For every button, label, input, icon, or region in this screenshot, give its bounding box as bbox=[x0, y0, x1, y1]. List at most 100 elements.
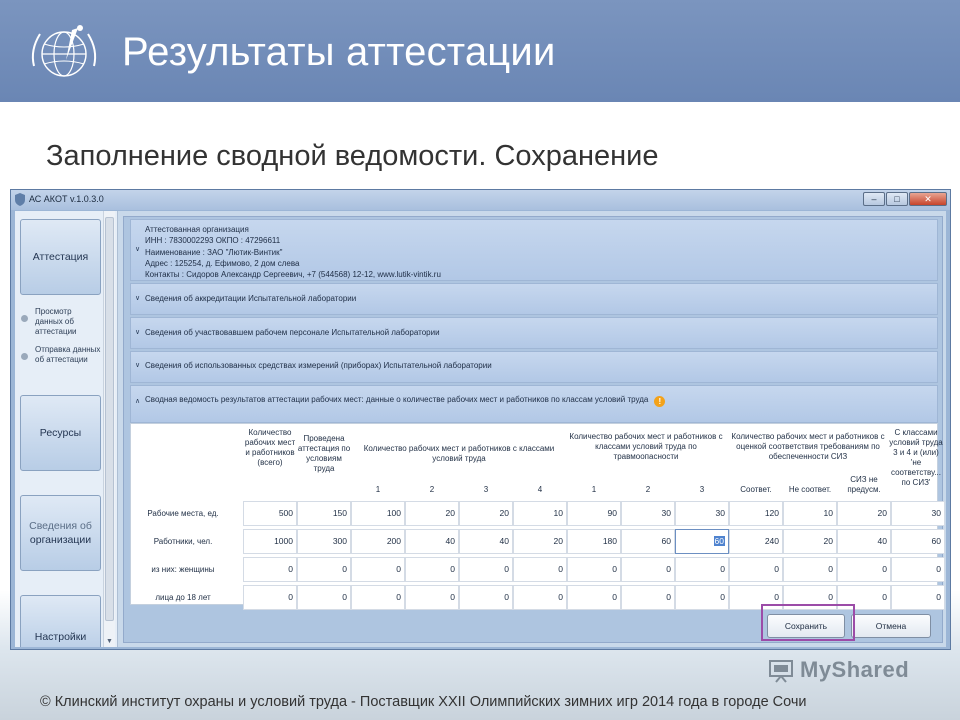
col-header-total: Количество рабочих мест и работников (вс… bbox=[244, 428, 296, 467]
sidebar-subitem-send[interactable]: Отправка данных об аттестации bbox=[21, 345, 101, 365]
table-cell[interactable]: 120 bbox=[729, 501, 783, 526]
group-header-classes: Количество рабочих мест и работников с к… bbox=[363, 444, 555, 463]
table-cell[interactable]: 20 bbox=[837, 501, 891, 526]
table-cell[interactable]: 1000 bbox=[243, 529, 297, 554]
col-header-injury-2: 2 bbox=[645, 485, 651, 494]
table-cell[interactable]: 40 bbox=[459, 529, 513, 554]
table-cell[interactable]: 0 bbox=[567, 585, 621, 610]
instruments-panel[interactable]: ∨ Сведения об использованных средствах и… bbox=[130, 351, 938, 383]
chevron-down-icon[interactable]: ∨ bbox=[135, 361, 140, 369]
table-cell[interactable]: 0 bbox=[297, 585, 351, 610]
table-cell[interactable]: 180 bbox=[567, 529, 621, 554]
row-label: из них: женщины bbox=[151, 565, 215, 574]
table-cell[interactable]: 40 bbox=[837, 529, 891, 554]
table-cell[interactable]: 0 bbox=[567, 557, 621, 582]
table-cell[interactable]: 0 bbox=[405, 585, 459, 610]
personnel-panel[interactable]: ∨ Сведения об участвовавшем рабочем перс… bbox=[130, 317, 938, 349]
sidebar-item-label: Сведения об bbox=[29, 520, 92, 532]
warning-icon[interactable]: ! bbox=[654, 396, 666, 407]
table-cell[interactable]: 20 bbox=[459, 501, 513, 526]
chevron-down-icon[interactable]: ∨ bbox=[135, 294, 140, 302]
table-cell[interactable]: 150 bbox=[297, 501, 351, 526]
sidebar-item-resources[interactable]: Ресурсы bbox=[20, 395, 101, 471]
table-cell[interactable]: 0 bbox=[513, 557, 567, 582]
table-cell[interactable]: 30 bbox=[891, 501, 945, 526]
table-cell[interactable]: 0 bbox=[837, 557, 891, 582]
table-cell[interactable]: 0 bbox=[675, 557, 729, 582]
bullet-icon bbox=[21, 315, 28, 322]
table-cell[interactable]: 0 bbox=[351, 557, 405, 582]
close-icon[interactable]: ✕ bbox=[909, 192, 947, 206]
table-cell[interactable]: 0 bbox=[405, 557, 459, 582]
cancel-button[interactable]: Отмена bbox=[851, 614, 931, 638]
minimize-icon[interactable]: – bbox=[863, 192, 885, 206]
sidebar-item-label: Ресурсы bbox=[39, 427, 82, 439]
org-info-panel[interactable]: ∨ Аттестованная организация ИНН : 783000… bbox=[130, 219, 938, 281]
table-cell[interactable]: 10 bbox=[783, 501, 837, 526]
table-cell[interactable]: 0 bbox=[459, 585, 513, 610]
sidebar-subitem-view[interactable]: Просмотр данных об аттестации bbox=[21, 307, 101, 337]
col-header-ppe-ok: Соответ. bbox=[740, 485, 772, 494]
bullet-icon bbox=[21, 353, 28, 360]
table-cell[interactable]: 0 bbox=[783, 557, 837, 582]
table-cell[interactable]: 0 bbox=[459, 557, 513, 582]
sidebar-scrollbar[interactable]: ▼ bbox=[103, 211, 115, 647]
app-shield-icon bbox=[15, 193, 25, 206]
sidebar-item-settings[interactable]: Настройки bbox=[20, 595, 101, 647]
table-cell[interactable]: 20 bbox=[405, 501, 459, 526]
table-cell[interactable]: 0 bbox=[675, 585, 729, 610]
table-cell[interactable]: 240 bbox=[729, 529, 783, 554]
table-cell[interactable]: 0 bbox=[243, 557, 297, 582]
col-header-injury-3: 3 bbox=[699, 485, 705, 494]
table-cell[interactable]: 90 bbox=[567, 501, 621, 526]
table-cell[interactable]: 0 bbox=[243, 585, 297, 610]
table-cell[interactable]: 200 bbox=[351, 529, 405, 554]
table-cell[interactable]: 10 bbox=[513, 501, 567, 526]
table-cell[interactable]: 0 bbox=[621, 557, 675, 582]
col-header-ppe-fail: Не соответ. bbox=[788, 485, 832, 494]
window-body: Аттестация Просмотр данных об аттестации… bbox=[15, 211, 946, 647]
group-header-ppe: Количество рабочих мест и работников с о… bbox=[731, 432, 885, 461]
table-cell[interactable]: 0 bbox=[729, 557, 783, 582]
table-cell[interactable]: 40 bbox=[405, 529, 459, 554]
chevron-up-icon[interactable]: ∧ bbox=[135, 397, 140, 405]
chevron-down-icon[interactable]: ∨ bbox=[135, 328, 140, 336]
slide-footer: © Клинский институт охраны и условий тру… bbox=[40, 694, 807, 710]
table-cell[interactable]: 0 bbox=[513, 585, 567, 610]
sidebar-item-label: Аттестация bbox=[32, 251, 89, 263]
table-cell[interactable]: 0 bbox=[297, 557, 351, 582]
group-header-injury: Количество рабочих мест и работников с к… bbox=[569, 432, 723, 461]
table-cell[interactable]: 30 bbox=[675, 501, 729, 526]
table-cell[interactable]: 0 bbox=[351, 585, 405, 610]
summary-panel[interactable]: ∧ Сводная ведомость результатов аттестац… bbox=[130, 385, 938, 423]
table-cell[interactable]: 300 bbox=[297, 529, 351, 554]
chevron-down-icon[interactable]: ∨ bbox=[135, 245, 140, 253]
table-cell[interactable]: 0 bbox=[621, 585, 675, 610]
slide-subtitle: Заполнение сводной ведомости. Сохранение bbox=[46, 140, 659, 172]
window-titlebar[interactable]: АС АКОТ v.1.0.3.0 – □ ✕ bbox=[11, 190, 950, 210]
col-header-ppe-none: СИЗ не предусм. bbox=[847, 475, 881, 494]
scroll-down-icon[interactable]: ▼ bbox=[106, 638, 113, 645]
table-cell[interactable]: 500 bbox=[243, 501, 297, 526]
table-cell[interactable]: 0 bbox=[891, 557, 945, 582]
scrollbar-thumb[interactable] bbox=[105, 217, 114, 621]
maximize-icon[interactable]: □ bbox=[886, 192, 908, 206]
table-cell[interactable]: 60 bbox=[621, 529, 675, 554]
table-cell[interactable]: 60 bbox=[891, 529, 945, 554]
table-cell[interactable]: 30 bbox=[621, 501, 675, 526]
table-cell[interactable]: 100 bbox=[351, 501, 405, 526]
table-cell[interactable]: 20 bbox=[783, 529, 837, 554]
slide-header: Результаты аттестации bbox=[0, 0, 960, 102]
table-cell[interactable]: 20 bbox=[513, 529, 567, 554]
col-header-class-1: 1 bbox=[375, 485, 381, 494]
window-title: АС АКОТ v.1.0.3.0 bbox=[29, 194, 104, 204]
accreditation-panel[interactable]: ∨ Сведения об аккредитации Испытательной… bbox=[130, 283, 938, 315]
table-cell[interactable]: 60 bbox=[675, 529, 729, 554]
summary-title: Сводная ведомость результатов аттестации… bbox=[145, 395, 649, 404]
presentation-icon bbox=[769, 660, 793, 683]
sidebar: Аттестация Просмотр данных об аттестации… bbox=[15, 211, 118, 647]
table-cell[interactable]: 0 bbox=[891, 585, 945, 610]
watermark-text: MyShared bbox=[800, 657, 910, 682]
sidebar-item-organization[interactable]: Сведения об организации bbox=[20, 495, 101, 571]
sidebar-item-attestation[interactable]: Аттестация bbox=[20, 219, 101, 295]
